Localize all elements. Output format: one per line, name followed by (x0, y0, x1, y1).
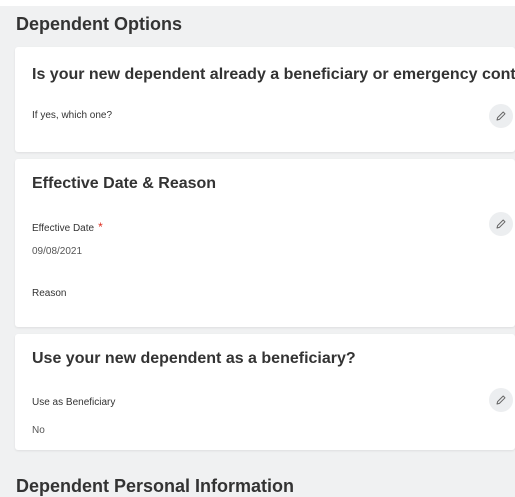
card-title-effective-date: Effective Date & Reason (32, 175, 217, 192)
edit-effective-date-button[interactable] (489, 212, 513, 236)
required-indicator: * (98, 220, 103, 234)
field-label-effective-date: Effective Date * (32, 220, 103, 234)
card-title-use-beneficiary: Use your new dependent as a beneficiary? (32, 350, 356, 367)
top-strip (0, 0, 515, 6)
field-label-which-one: If yes, which one? (32, 110, 113, 121)
edit-use-beneficiary-button[interactable] (489, 388, 513, 412)
beneficiary-contact-card: Is your new dependent already a benefici… (15, 47, 515, 152)
section-title-personal-information: Dependent Personal Information (16, 476, 295, 496)
section-title-dependent-options: Dependent Options (16, 14, 182, 34)
effective-date-card: Effective Date & Reason Effective Date * … (15, 159, 515, 327)
card-title-beneficiary-contact: Is your new dependent already a benefici… (32, 66, 515, 83)
field-label-reason: Reason (32, 288, 67, 299)
pencil-icon (496, 395, 506, 405)
use-as-beneficiary-value: No (32, 425, 45, 436)
pencil-icon (496, 111, 506, 121)
effective-date-label-text: Effective Date (32, 223, 95, 234)
edit-beneficiary-contact-button[interactable] (489, 104, 513, 128)
field-label-use-as-beneficiary: Use as Beneficiary (32, 397, 116, 408)
effective-date-value: 09/08/2021 (32, 246, 83, 257)
pencil-icon (496, 219, 506, 229)
use-beneficiary-card: Use your new dependent as a beneficiary?… (15, 334, 515, 450)
